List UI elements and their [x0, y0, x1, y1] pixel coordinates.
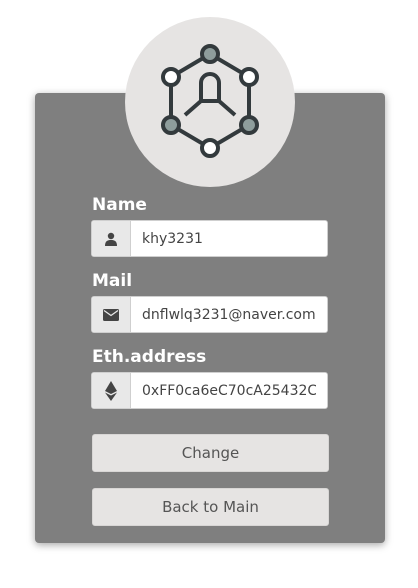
ethereum-icon	[105, 380, 117, 401]
mail-field-group	[91, 296, 328, 333]
eth-addon	[92, 373, 131, 408]
network-user-icon	[161, 44, 259, 158]
eth-address-label: Eth.address	[92, 347, 207, 367]
mail-label: Mail	[92, 271, 133, 291]
mail-input[interactable]	[131, 297, 327, 332]
name-field-group	[91, 220, 328, 257]
eth-address-field-group	[91, 372, 328, 409]
user-icon	[105, 232, 117, 246]
name-input[interactable]	[131, 221, 327, 256]
avatar	[125, 17, 295, 187]
envelope-icon	[103, 308, 119, 321]
eth-address-input[interactable]	[131, 373, 327, 408]
name-label: Name	[92, 195, 147, 215]
name-addon	[92, 221, 131, 256]
mail-addon	[92, 297, 131, 332]
change-button[interactable]: Change	[92, 434, 329, 472]
back-to-main-button[interactable]: Back to Main	[92, 488, 329, 526]
